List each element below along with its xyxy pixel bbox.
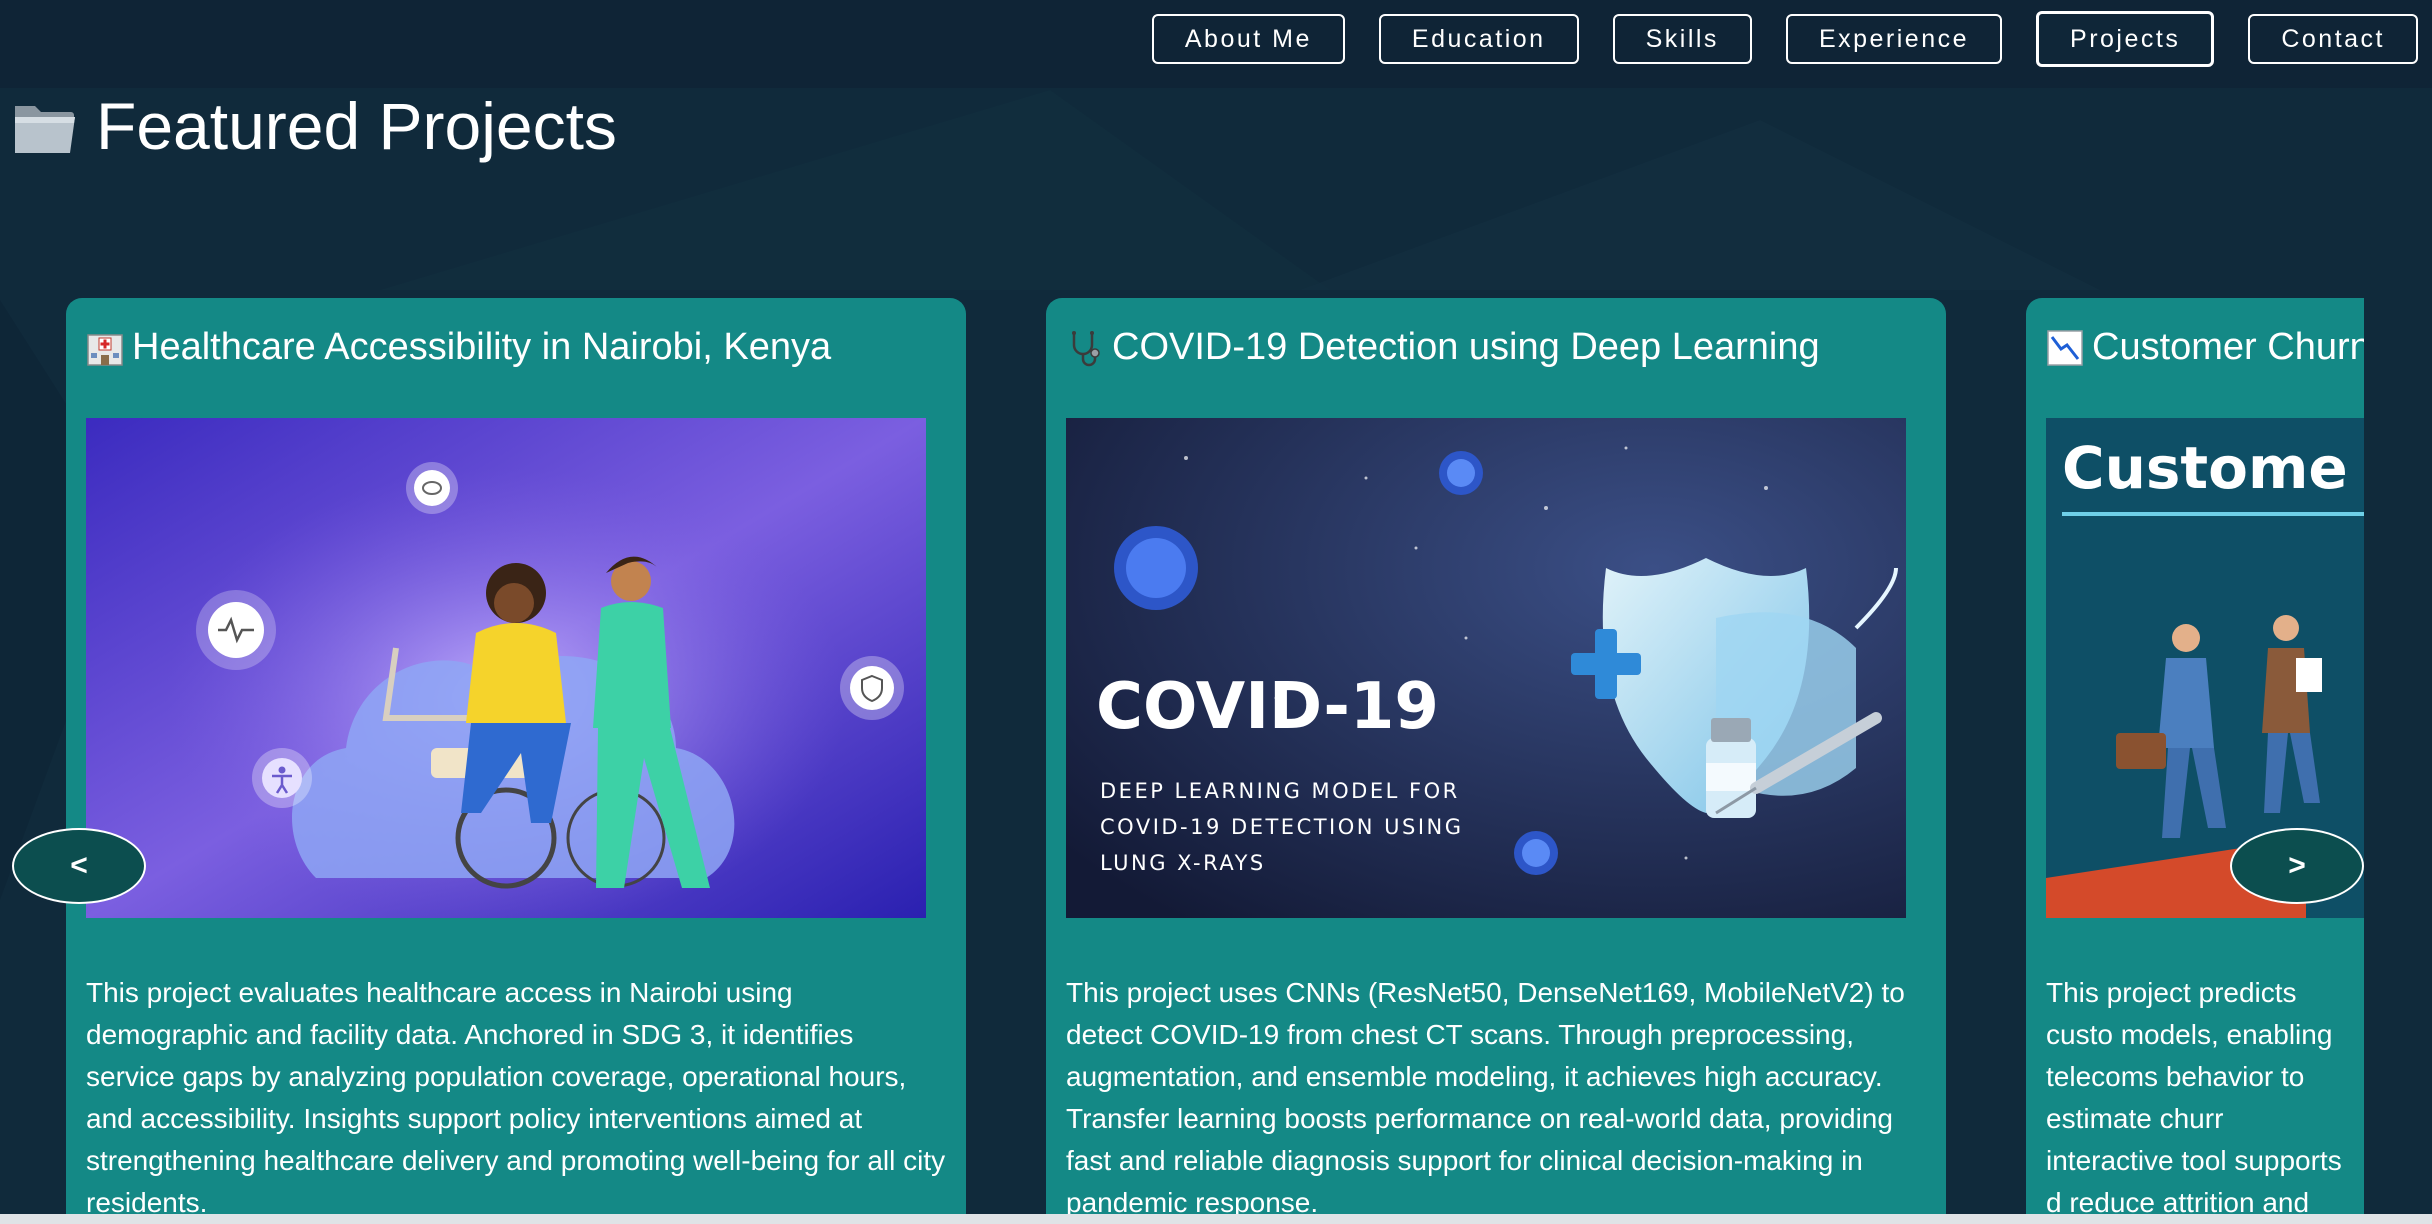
covid19-illustration: COVID-19 DEEP LEARNING MODEL FOR COVID-1… — [1066, 418, 1906, 918]
project-card-covid19[interactable]: COVID-19 Detection using Deep Learning C… — [1046, 298, 1946, 1224]
nav-contact-button[interactable]: Contact — [2248, 14, 2418, 64]
hospital-icon — [87, 333, 123, 366]
project-title: COVID-19 Detection using Deep Learning — [1112, 326, 1820, 368]
healthcare-illustration — [86, 418, 926, 918]
project-description: This project predicts custo models, enab… — [2046, 977, 2342, 1218]
nav-skills-button[interactable]: Skills — [1612, 14, 1752, 64]
chart-decreasing-icon — [2047, 329, 2083, 366]
nav-experience-button[interactable]: Experience — [1785, 14, 2003, 64]
top-navigation: About Me Education Skills Experience Pro… — [1151, 11, 2418, 68]
nav-about-me-button[interactable]: About Me — [1151, 14, 1345, 64]
carousel-prev-button[interactable]: < — [12, 828, 146, 904]
covid-headline: COVID-19 — [1096, 670, 1439, 744]
project-card-healthcare[interactable]: Healthcare Accessibility in Nairobi, Ken… — [66, 298, 966, 1224]
covid-subline-3: LUNG X-RAYS — [1100, 851, 1266, 875]
bottom-strip — [0, 1214, 2432, 1224]
section-heading: Featured Projects — [12, 88, 617, 164]
project-description: This project uses CNNs (ResNet50, DenseN… — [1066, 977, 1905, 1218]
card-header: Customer Churn — [2046, 326, 2364, 369]
stethoscope-icon — [1072, 330, 1100, 366]
project-title: Customer Churn — [2092, 326, 2364, 368]
card-header: Healthcare Accessibility in Nairobi, Ken… — [86, 326, 831, 369]
card-header: COVID-19 Detection using Deep Learning — [1066, 326, 1820, 369]
nav-projects-button[interactable]: Projects — [2036, 11, 2215, 67]
carousel-next-button[interactable]: > — [2230, 828, 2364, 904]
project-description: This project evaluates healthcare access… — [86, 977, 946, 1218]
covid-subline-2: COVID-19 DETECTION USING — [1100, 815, 1464, 839]
projects-carousel: Healthcare Accessibility in Nairobi, Ken… — [66, 298, 2364, 1224]
nav-education-button[interactable]: Education — [1378, 14, 1579, 64]
churn-headline: Custome — [2062, 434, 2348, 502]
folder-icon — [15, 106, 75, 153]
project-title: Healthcare Accessibility in Nairobi, Ken… — [132, 326, 832, 368]
covid-subline-1: DEEP LEARNING MODEL FOR — [1100, 779, 1460, 803]
page-title: Featured Projects — [96, 89, 617, 163]
project-card-customer-churn[interactable]: Customer Churn Custome This project pred… — [2026, 298, 2364, 1224]
